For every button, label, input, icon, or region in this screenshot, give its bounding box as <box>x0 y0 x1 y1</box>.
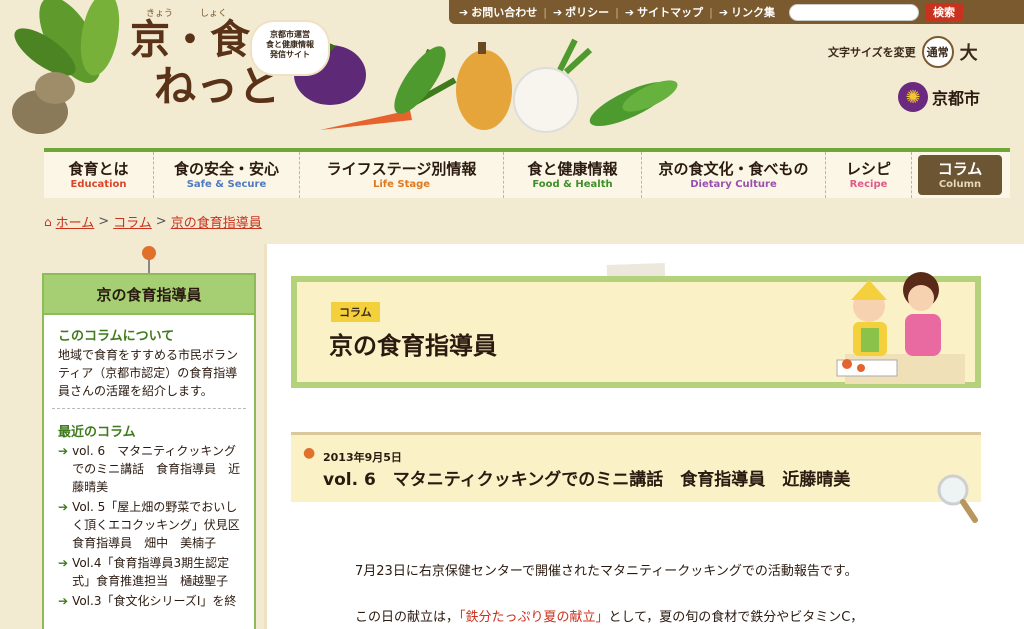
breadcrumb-home-link[interactable]: ホーム <box>56 212 95 231</box>
separator: | <box>709 5 713 19</box>
nav-sublabel: Life Stage <box>372 178 431 190</box>
sidebar-divider <box>52 408 246 409</box>
recent-column-link[interactable]: ➔ vol. 6 マタニティクッキングでのミニ講話 食育指導員 近藤晴美 <box>58 442 242 496</box>
recent-column-label: Vol. 5「屋上畑の野菜でおいしく頂くエコクッキング」伏見区食育指導員 畑中 … <box>72 500 240 550</box>
article-date: 2013年9月5日 <box>323 451 402 464</box>
global-nav: 食育とは Education 食の安全・安心 Safe & Secure ライフ… <box>44 148 1010 198</box>
site-logo-sub[interactable]: ねっと <box>154 66 280 108</box>
links-link[interactable]: ➔ リンク集 <box>719 4 775 20</box>
article-header: ● 2013年9月5日 vol. 6 マタニティクッキングでのミニ講話 食育指導… <box>291 432 981 502</box>
contact-link[interactable]: ➔ お問い合わせ <box>459 4 537 20</box>
city-name: 京都市 <box>932 89 981 108</box>
sitemap-link[interactable]: ➔ サイトマップ <box>625 4 703 20</box>
nav-label: ライフステージ別情報 <box>326 159 477 178</box>
arrow-icon: ➔ <box>58 594 69 608</box>
font-size-normal-button[interactable]: 通常 <box>921 36 954 68</box>
recent-column-link[interactable]: ➔ Vol.4「食育指導員3期生認定式」食育推進担当 樋越聖子 <box>58 554 242 590</box>
pin-icon: ● <box>303 445 316 461</box>
separator: | <box>615 5 619 19</box>
page-title: 京の食育指導員 <box>329 332 497 360</box>
breadcrumb-current[interactable]: 京の食育指導員 <box>171 212 262 231</box>
utility-bar: ➔ お問い合わせ | ➔ ポリシー | ➔ サイトマップ | ➔ リンク集 検索 <box>449 0 1024 24</box>
logo-badge-line: 食と健康情報 <box>266 40 314 49</box>
arrow-icon: ➔ <box>624 6 635 19</box>
nav-sublabel: Education <box>70 178 127 190</box>
arrow-icon: ➔ <box>552 6 563 19</box>
sidebar-recent-title: 最近のコラム <box>58 425 136 440</box>
home-icon: ⌂ <box>44 214 52 229</box>
nav-label: 京の食文化・食べもの <box>658 159 809 178</box>
recent-column-label: Vol.4「食育指導員3期生認定式」食育推進担当 樋越聖子 <box>72 556 230 588</box>
nav-label: コラム <box>937 159 983 178</box>
font-size-control: 文字サイズを変更 通常 大 <box>828 36 978 68</box>
logo-badge-line: 京都市運営 <box>270 30 310 39</box>
logo-badge-line: 発信サイト <box>270 50 310 59</box>
sidebar-about: このコラムについて 地域で食育をすすめる市民ボランティア（京都市認定）の食育指導… <box>44 315 254 406</box>
breadcrumb-separator: > <box>155 214 167 229</box>
arrow-icon: ➔ <box>58 500 69 514</box>
category-badge: コラム <box>331 302 380 322</box>
nav-label: 食の安全・安心 <box>173 159 279 178</box>
nav-item-food-culture[interactable]: 京の食文化・食べもの Dietary Culture <box>642 152 826 198</box>
search-button[interactable]: 検索 <box>925 3 964 21</box>
font-size-label: 文字サイズを変更 <box>828 46 916 59</box>
nav-item-education[interactable]: 食育とは Education <box>44 152 154 198</box>
nav-sublabel: Recipe <box>849 178 888 190</box>
nav-item-column[interactable]: コラム Column <box>918 155 1002 195</box>
pin-line <box>148 258 150 274</box>
nav-label: 食育とは <box>68 159 129 178</box>
recent-column-label: Vol.3「食文化シリーズⅠ」を終 <box>72 594 237 608</box>
arrow-icon: ➔ <box>58 444 69 458</box>
cooking-illustration <box>836 272 965 384</box>
recent-column-link[interactable]: ➔ Vol.3「食文化シリーズⅠ」を終 <box>58 592 242 610</box>
breadcrumb: ⌂ ホーム > コラム > 京の食育指導員 <box>44 212 262 231</box>
nav-item-recipe[interactable]: レシピ Recipe <box>826 152 912 198</box>
sidebar-about-title: このコラムについて <box>58 329 175 344</box>
font-size-large-button[interactable]: 大 <box>960 39 978 65</box>
article-paragraph: 7月23日に右京保健センターで開催されたマタニティークッキングでの活動報告です。 <box>355 564 858 579</box>
sidebar-about-text: 地域で食育をすすめる市民ボランティア（京都市認定）の食育指導員さんの活躍を紹介し… <box>58 348 239 398</box>
paragraph-text: この日の献立は， <box>355 610 460 625</box>
menu-highlight: 「鉄分たっぷり夏の献立」 <box>459 610 609 625</box>
sidebar: 京の食育指導員 このコラムについて 地域で食育をすすめる市民ボランティア（京都市… <box>42 273 256 629</box>
logo-badge: 京都市運営 食と健康情報 発信サイト <box>252 22 328 74</box>
sitemap-link-label: サイトマップ <box>637 6 704 19</box>
policy-link-label: ポリシー <box>565 6 610 19</box>
site-header: きょう しょく 京・食 ねっと 京都市運営 食と健康情報 発信サイト ➔ お問い合… <box>0 0 1024 200</box>
nav-sublabel: Food & Health <box>532 178 613 190</box>
links-link-label: リンク集 <box>731 6 776 19</box>
site-logo[interactable]: 京・食 <box>130 20 250 60</box>
nav-sublabel: Safe & Secure <box>186 178 267 190</box>
article-paragraph: この日の献立は，「鉄分たっぷり夏の献立」として，夏の旬の食材で鉄分やビタミンC， <box>355 606 863 625</box>
nav-item-food-health[interactable]: 食と健康情報 Food & Health <box>504 152 642 198</box>
nav-sublabel: Column <box>938 178 982 190</box>
contact-link-label: お問い合わせ <box>471 6 538 19</box>
pushpin-icon <box>142 246 156 260</box>
policy-link[interactable]: ➔ ポリシー <box>553 4 609 20</box>
article-title: vol. 6 マタニティクッキングでのミニ講話 食育指導員 近藤晴美 <box>323 470 851 490</box>
nav-item-safety[interactable]: 食の安全・安心 Safe & Secure <box>154 152 300 198</box>
kyoto-city-logo[interactable]: ✺ 京都市 <box>898 82 980 112</box>
arrow-icon: ➔ <box>459 6 469 19</box>
city-emblem-icon: ✺ <box>898 82 928 112</box>
recent-column-link[interactable]: ➔ Vol. 5「屋上畑の野菜でおいしく頂くエコクッキング」伏見区食育指導員 畑中… <box>58 498 242 552</box>
nav-label: レシピ <box>845 159 891 178</box>
main-content: コラム 京の食育指導員 ● 2013年9月5日 vol. 6 マタニティクッキン… <box>264 244 1024 629</box>
arrow-icon: ➔ <box>718 6 729 19</box>
page-title-box: コラム 京の食育指導員 <box>291 272 981 388</box>
paragraph-text: として，夏の旬の食材で鉄分やビタミンC， <box>608 610 864 625</box>
breadcrumb-column-link[interactable]: コラム <box>113 212 152 231</box>
nav-item-life-stage[interactable]: ライフステージ別情報 Life Stage <box>300 152 504 198</box>
breadcrumb-separator: > <box>98 214 110 229</box>
search-input[interactable] <box>789 3 920 21</box>
separator: | <box>543 5 547 19</box>
sidebar-recent: 最近のコラム ➔ vol. 6 マタニティクッキングでのミニ講話 食育指導員 近藤… <box>44 411 254 618</box>
nav-sublabel: Dietary Culture <box>690 178 777 190</box>
magnifier-icon <box>937 474 978 523</box>
sidebar-title: 京の食育指導員 <box>44 275 254 315</box>
arrow-icon: ➔ <box>58 556 69 570</box>
recent-column-label: vol. 6 マタニティクッキングでのミニ講話 食育指導員 近藤晴美 <box>72 444 241 494</box>
nav-label: 食と健康情報 <box>527 159 618 178</box>
